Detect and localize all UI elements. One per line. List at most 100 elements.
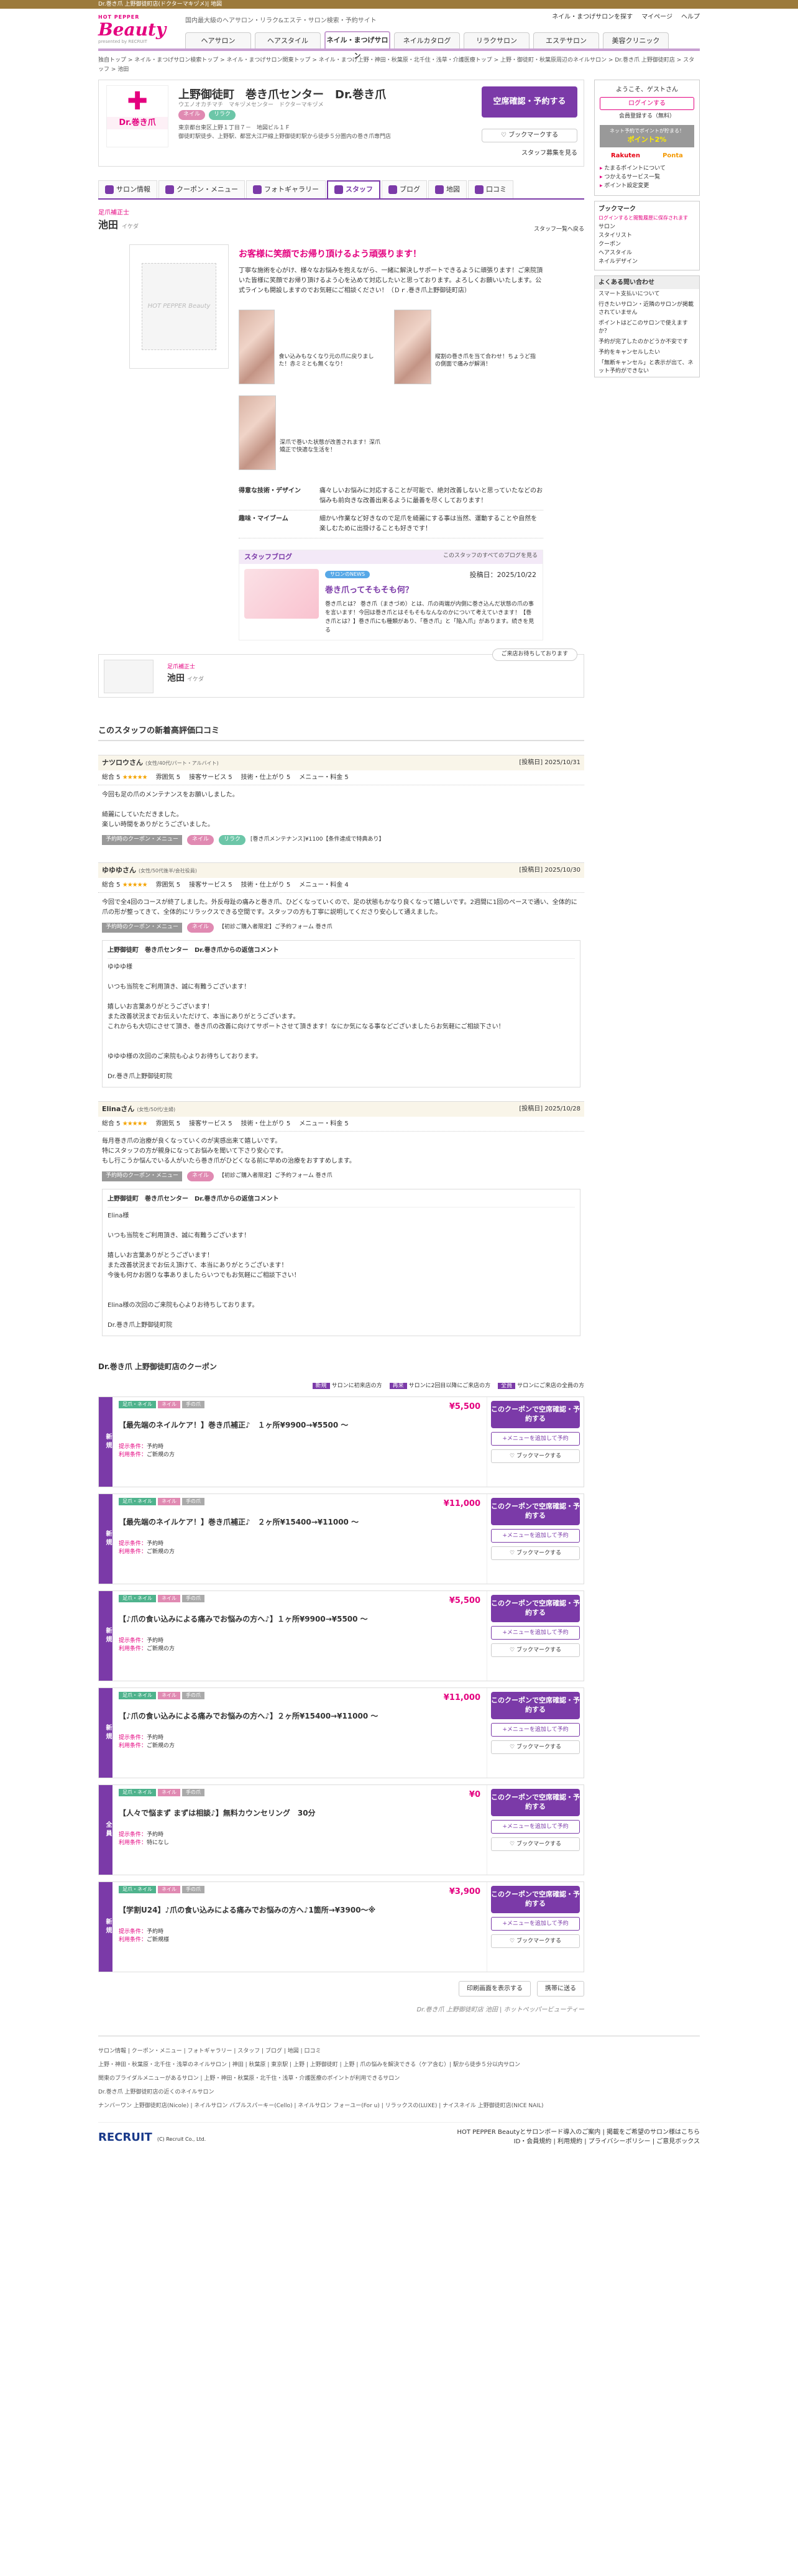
gnav-nail-catalog[interactable]: ネイルカタログ — [394, 32, 460, 48]
gallery-image[interactable] — [394, 309, 431, 384]
coupon-add-menu-button[interactable]: +メニューを追加して予約 — [491, 1529, 580, 1543]
bookmark-link[interactable]: ヘアスタイル — [598, 249, 695, 257]
register-link[interactable]: 会員登録する（無料） — [600, 113, 694, 121]
footer-area-links[interactable]: 上野・神田・秋葉原・北千住・浅草のネイルサロン | 神田 | 秋葉原 | 東京駅… — [98, 2060, 700, 2070]
coupon-type: 全員 — [99, 1785, 112, 1875]
bookmark-link[interactable]: サロン — [598, 223, 695, 231]
gallery-item[interactable]: 縦割の巻き爪を当て合わせ！ちょうど指の側面で痛みが解消！ — [394, 309, 538, 384]
login-button[interactable]: ログインする — [600, 97, 694, 110]
bookmark-link[interactable]: ネイルデザイン — [598, 257, 695, 266]
blog-entry[interactable]: サロンのNEWS 巻き爪ってそもそも何？ 巻き爪とは？ 巻き爪（まきづめ）とは、… — [239, 564, 543, 640]
review-menu: 予約時のクーポン・メニュー ネイル リラク [巻き爪メンテナンス]¥1100【条件達成… — [98, 835, 584, 849]
bookmark-link[interactable]: スタイリスト — [598, 231, 695, 240]
gallery-image[interactable] — [239, 395, 276, 470]
cross-icon: ✚ — [127, 87, 148, 116]
faq-item[interactable]: ポイントはどこのサロンで使えますか？ — [595, 318, 699, 337]
coupon-name[interactable]: 【♪爪の食い込みによる痛みでお悩みの方へ♪】２ヶ所¥15400→¥11000 ～ — [119, 1710, 480, 1722]
faq-item[interactable]: 「無断キャンセル」と表示が出て、ネット予約ができない — [595, 358, 699, 377]
coupon-type: 新規 — [99, 1688, 112, 1778]
reserve-button[interactable]: 空席確認・予約する — [482, 86, 577, 118]
coupon-bookmark-button[interactable]: ♡ ブックマークする — [491, 1643, 580, 1657]
point-link[interactable]: つかえるサービス一覧 — [600, 173, 694, 182]
coupon-name[interactable]: 【最先端のネイルケア！】巻き爪補正♪ ２ヶ所¥15400→¥11000 ～ — [119, 1517, 480, 1528]
tab-reviews[interactable]: 口コミ — [468, 180, 513, 198]
tab-photo-gallery[interactable]: フォトギャラリー — [246, 180, 326, 198]
staff-message-bubble: ご来店お待ちしております — [492, 649, 577, 661]
coupon-bookmark-button[interactable]: ♡ ブックマークする — [491, 1837, 580, 1851]
gnav-hair-salon[interactable]: ヘアサロン — [185, 32, 251, 48]
tab-staff[interactable]: スタッフ — [327, 180, 380, 198]
blog-thumbnail[interactable] — [244, 569, 319, 619]
coupon-bookmark-button[interactable]: ♡ ブックマークする — [491, 1449, 580, 1463]
blog-more-link[interactable]: このスタッフのすべてのブログを見る — [443, 552, 538, 563]
coupon-name[interactable]: 【学割U24】♪爪の食い込みによる痛みでお悩みの方へ♪1箇所→¥3900～※ — [119, 1904, 480, 1916]
coupon-bookmark-button[interactable]: ♡ ブックマークする — [491, 1934, 580, 1948]
send-mobile-button[interactable]: 携帯に送る — [537, 1981, 584, 1997]
coupon-name[interactable]: 【人々で悩まず まずは相談♪】無料カウンセリング 30分 — [119, 1807, 480, 1819]
header-link-search[interactable]: ネイル・まつげサロンを探す — [552, 12, 633, 22]
hotpepper-logo[interactable]: HOT PEPPER Beauty presented by RECRUIT — [98, 14, 173, 45]
review-menu-link[interactable]: 【初診ご購入者限定】ご予約フォーム 巻き爪 — [219, 923, 332, 932]
gnav-relax-salon[interactable]: リラクサロン — [464, 32, 530, 48]
coupon-add-menu-button[interactable]: +メニューを追加して予約 — [491, 1820, 580, 1834]
coupon-add-menu-button[interactable]: +メニューを追加して予約 — [491, 1723, 580, 1737]
tab-salon-info[interactable]: サロン情報 — [98, 180, 157, 198]
coupon-name[interactable]: 【最先端のネイルケア！】巻き爪補正♪ １ヶ所¥9900→¥5500 ～ — [119, 1420, 480, 1431]
gallery-image[interactable] — [239, 309, 275, 384]
coupon-reserve-button[interactable]: このクーポンで空席確認・予約する — [491, 1595, 580, 1622]
faq-item[interactable]: 予約が完了したのかどうか不安です — [595, 337, 699, 348]
review-menu-link[interactable]: [巻き爪メンテナンス]¥1100【条件達成で特典あり】 — [250, 836, 384, 844]
gnav-clinic[interactable]: 美容クリニック — [603, 32, 669, 48]
tag-nail: ネイル — [178, 110, 206, 120]
tab-coupon-menu[interactable]: クーポン・メニュー — [158, 180, 245, 198]
review-header: ナツロウさん (女性/40代/パート・アルバイト) [投稿日] 2025/10/31 — [98, 755, 584, 770]
point-link[interactable]: たまるポイントについて — [600, 164, 694, 173]
gallery-item[interactable]: 深爪で巻いた状態が改善されます！深爪矯正で快適な生活を！ — [239, 395, 383, 470]
footer-feature-links[interactable]: 関東のブライダルメニューがあるサロン | 上野・神田・秋葉原・北千住・浅草・介護… — [98, 2074, 700, 2084]
coupon-add-menu-button[interactable]: +メニューを追加して予約 — [491, 1626, 580, 1640]
footer-info-links[interactable]: HOT PEPPER Beautyとサロンボード導入のご案内 | 掲載をご希望の… — [457, 2128, 700, 2137]
breadcrumb[interactable]: 独自トップ > ネイル・まつげサロン検索トップ > ネイル・まつげサロン関東トッ… — [98, 56, 700, 75]
gallery-item[interactable]: 食い込みもなくなり元の爪に戻りました！赤ミミとも無くなり！ — [239, 309, 383, 384]
header-link-help[interactable]: ヘルプ — [681, 12, 700, 22]
bookmark-link[interactable]: クーポン — [598, 240, 695, 249]
coupon-item: 新規 足爪・ネイル ネイル 手の爪 ¥11,000 【♪爪の食い込みによる痛みでお悩… — [98, 1687, 584, 1778]
footer-nearby-links[interactable]: ナンバーワン 上野御徒町店(Nicole) | ネイルサロン バブルスパーキー(… — [98, 2101, 700, 2111]
coupon-reserve-button[interactable]: このクーポンで空席確認・予約する — [491, 1498, 580, 1525]
coupon-reserve-button[interactable]: このクーポンで空席確認・予約する — [491, 1886, 580, 1913]
tab-map[interactable]: 地図 — [428, 180, 467, 198]
coupon-reserve-button[interactable]: このクーポンで空席確認・予約する — [491, 1789, 580, 1816]
faq-item[interactable]: 予約をキャンセルしたい — [595, 348, 699, 358]
staff-blog: スタッフブログ このスタッフのすべてのブログを見る サロンのNEWS 巻き爪ってそ… — [239, 549, 543, 640]
coupon-add-menu-button[interactable]: +メニューを追加して予約 — [491, 1432, 580, 1446]
tab-blog[interactable]: ブログ — [382, 180, 427, 198]
gnav-esthe-salon[interactable]: エステサロン — [533, 32, 599, 48]
blog-header: スタッフブログ このスタッフのすべてのブログを見る — [239, 550, 543, 564]
footer-legal-links[interactable]: ID・会員規約 | 利用規約 | プライバシーポリシー | ご意見ボックス — [457, 2137, 700, 2146]
coupon-reserve-button[interactable]: このクーポンで空席確認・予約する — [491, 1401, 580, 1428]
footer-links[interactable]: サロン情報 | クーポン・メニュー | フォトギャラリー | スタッフ | ブロ… — [98, 2046, 700, 2056]
gnav-hair-style[interactable]: ヘアスタイル — [255, 32, 321, 48]
coupon-name[interactable]: 【♪爪の食い込みによる痛みでお悩みの方へ♪】１ヶ所¥9900→¥5500 ～ — [119, 1613, 480, 1625]
blog-title[interactable]: 巻き爪ってそもそも何？ — [325, 584, 536, 597]
staff-list-link[interactable]: スタッフ一覧へ戻る — [534, 226, 584, 234]
coupon-add-menu-button[interactable]: +メニューを追加して予約 — [491, 1917, 580, 1931]
point-link[interactable]: ポイント設定変更 — [600, 182, 694, 190]
staff-recruit-link[interactable]: スタッフ募集を見る — [521, 149, 577, 158]
print-button[interactable]: 印刷画面を表示する — [459, 1981, 531, 1997]
coupon-conditions: 提示条件：予約時 利用条件：ご新規の方 — [119, 1444, 175, 1458]
coupon-bookmark-button[interactable]: ♡ ブックマークする — [491, 1740, 580, 1754]
review-menu-link[interactable]: 【初診ご購入者限定】ご予約フォーム 巻き爪 — [219, 1172, 332, 1181]
coupon-reserve-button[interactable]: このクーポンで空席確認・予約する — [491, 1692, 580, 1719]
review-text: 毎月巻き爪の治療が良くなっていくのが実感出来て嬉しいです。 特にスタッフの方が親… — [102, 1138, 355, 1165]
header-link-mypage[interactable]: マイページ — [641, 12, 672, 22]
bookmark-button[interactable]: ♡ ブックマークする — [482, 129, 577, 142]
salon-name[interactable]: 上野御徒町 巻き爪センター Dr.巻き爪 — [178, 86, 386, 103]
coupon-bookmark-button[interactable]: ♡ ブックマークする — [491, 1546, 580, 1560]
point-banner[interactable]: ネット予約でポイントが貯まる！ ポイント2% — [600, 124, 694, 147]
staff-name: 池田 イケダ — [98, 218, 139, 231]
gnav-nail-salon[interactable]: ネイル・まつげサロン — [324, 31, 390, 60]
review-menu: 予約時のクーポン・メニュー ネイル 【初診ご購入者限定】ご予約フォーム 巻き爪 — [98, 1171, 584, 1185]
faq-item[interactable]: スマート支払いについて — [595, 289, 699, 300]
faq-item[interactable]: 行きたいサロン・近隣のサロンが掲載されていません — [595, 300, 699, 318]
